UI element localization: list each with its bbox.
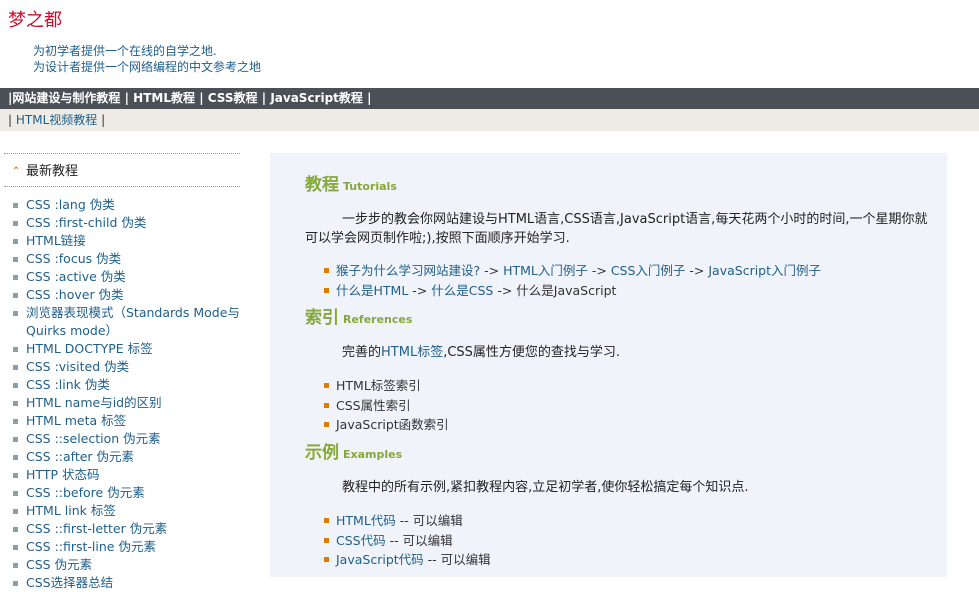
references-list: HTML标签索引 CSS属性索引 JavaScript函数索引: [324, 376, 449, 435]
sidebar-link[interactable]: HTML meta 标签: [4, 412, 240, 430]
what-is-javascript-text: 什么是JavaScript: [516, 282, 617, 298]
nav-separator: |: [8, 113, 13, 127]
site-title: 梦之都: [8, 10, 62, 31]
tutorials-path-list: 猴子为什么学习网站建设? -> HTML入门例子 -> CSS入门例子 -> J…: [324, 261, 821, 300]
sidebar-link[interactable]: CSS :link 伪类: [4, 376, 240, 394]
sidebar-heading-label: 最新教程: [26, 164, 79, 179]
arrow-text: ->: [587, 263, 611, 278]
list-item: JavaScript代码 -- 可以编辑: [324, 550, 491, 570]
link-js-intro-example[interactable]: JavaScript入门例子: [708, 263, 821, 278]
section-subtitle: Examples: [343, 448, 403, 461]
nav-separator: |: [367, 91, 372, 105]
examples-section-heading: 示例 Examples: [305, 438, 402, 463]
link-html-code[interactable]: HTML代码: [336, 513, 396, 528]
desc-text: ,CSS属性方便您的查找与学习.: [443, 345, 621, 360]
section-title: 示例: [305, 443, 339, 463]
nav-separator: |: [199, 91, 204, 105]
nav-link-web-building[interactable]: 网站建设与制作教程: [12, 91, 120, 105]
arrow-text: ->: [493, 282, 517, 298]
link-html-tag-index[interactable]: HTML标签索引: [324, 376, 449, 396]
main-nav-bar: | 网站建设与制作教程 | HTML教程 | CSS教程 | JavaScript…: [0, 88, 979, 109]
sidebar: ⌃ 最新教程 CSS :lang 伪类 CSS :first-child 伪类 H…: [4, 153, 240, 592]
link-why-learn[interactable]: 猴子为什么学习网站建设?: [336, 263, 480, 278]
sidebar-heading: ⌃ 最新教程: [4, 153, 240, 187]
sidebar-link[interactable]: CSS ::after 伪元素: [4, 448, 240, 466]
arrow-text: ->: [685, 263, 709, 278]
sidebar-link[interactable]: 浏览器表现模式（Standards Mode与Quirks mode）: [4, 304, 240, 340]
sidebar-link[interactable]: HTML name与id的区别: [4, 394, 240, 412]
section-subtitle: Tutorials: [343, 180, 397, 193]
sidebar-link[interactable]: CSS ::first-letter 伪元素: [4, 520, 240, 538]
sidebar-link[interactable]: CSS :hover 伪类: [4, 286, 240, 304]
examples-list: HTML代码 -- 可以编辑 CSS代码 -- 可以编辑 JavaScript代…: [324, 511, 491, 570]
link-what-is-html[interactable]: 什么是HTML: [336, 283, 408, 298]
list-item: 什么是HTML -> 什么是CSS -> 什么是JavaScript: [324, 281, 821, 301]
sidebar-link[interactable]: CSS ::first-line 伪元素: [4, 538, 240, 556]
editable-note: -- 可以编辑: [395, 513, 463, 528]
list-item: HTML代码 -- 可以编辑: [324, 511, 491, 531]
editable-note: -- 可以编辑: [385, 532, 453, 548]
editable-note: -- 可以编辑: [423, 552, 491, 567]
references-description: 完善的HTML标签,CSS属性方便您的查找与学习.: [305, 343, 935, 362]
sidebar-link[interactable]: HTTP 状态码: [4, 466, 240, 484]
link-what-is-css[interactable]: 什么是CSS: [431, 283, 493, 298]
sidebar-link[interactable]: HTML DOCTYPE 标签: [4, 340, 240, 358]
examples-description: 教程中的所有示例,紧扣教程内容,立足初学者,使你轻松搞定每个知识点.: [342, 480, 749, 495]
section-title: 索引: [305, 308, 339, 328]
section-title: 教程: [305, 175, 339, 195]
tutorials-section-heading: 教程 Tutorials: [305, 170, 397, 195]
tutorials-description: 一步步的教会你网站建设与HTML语言,CSS语言,JavaScript语言,每天…: [305, 212, 928, 246]
nav-separator: |: [101, 113, 106, 127]
references-section-heading: 索引 References: [305, 303, 412, 328]
sidebar-link[interactable]: CSS ::selection 伪元素: [4, 430, 240, 448]
sidebar-link[interactable]: CSS :lang 伪类: [4, 196, 240, 214]
sidebar-link[interactable]: HTML link 标签: [4, 502, 240, 520]
sidebar-link[interactable]: CSS ::before 伪元素: [4, 484, 240, 502]
double-chevron-up-icon: ⌃: [12, 166, 21, 177]
nav-separator: |: [261, 91, 267, 105]
link-css-intro-example[interactable]: CSS入门例子: [611, 263, 686, 278]
arrow-text: ->: [480, 263, 504, 278]
nav-link-css[interactable]: CSS教程: [208, 91, 258, 105]
nav-separator: |: [124, 91, 129, 105]
link-css-code[interactable]: CSS代码: [336, 533, 386, 548]
link-html-tags[interactable]: HTML标签: [381, 345, 443, 360]
sidebar-link[interactable]: CSS :active 伪类: [4, 268, 240, 286]
link-css-property-index[interactable]: CSS属性索引: [324, 396, 449, 416]
sidebar-link[interactable]: CSS :first-child 伪类: [4, 214, 240, 232]
desc-text: 完善的: [342, 345, 382, 360]
nav-link-javascript[interactable]: JavaScript教程: [270, 91, 363, 105]
link-js-code[interactable]: JavaScript代码: [336, 552, 424, 567]
list-item: 猴子为什么学习网站建设? -> HTML入门例子 -> CSS入门例子 -> J…: [324, 261, 821, 281]
sidebar-link[interactable]: HTML链接: [4, 232, 240, 250]
sidebar-link[interactable]: CSS 伪元素: [4, 556, 240, 574]
list-item: CSS代码 -- 可以编辑: [324, 531, 491, 551]
main-content-panel: 教程 Tutorials 一步步的教会你网站建设与HTML语言,CSS语言,Jav…: [270, 153, 947, 577]
link-html-intro-example[interactable]: HTML入门例子: [503, 263, 588, 278]
arrow-text: ->: [408, 282, 432, 298]
nav-link-html-video[interactable]: HTML视频教程: [16, 113, 97, 127]
section-subtitle: References: [343, 313, 413, 326]
sub-nav-bar: | HTML视频教程 |: [0, 109, 979, 131]
latest-tutorials-list: CSS :lang 伪类 CSS :first-child 伪类 HTML链接 …: [4, 196, 240, 592]
sidebar-link[interactable]: CSS :focus 伪类: [4, 250, 240, 268]
link-js-function-index[interactable]: JavaScript函数索引: [324, 415, 449, 435]
sidebar-link[interactable]: CSS :visited 伪类: [4, 358, 240, 376]
slogan-line-1: 为初学者提供一个在线的自学之地.: [33, 44, 217, 58]
slogan-line-2: 为设计者提供一个网络编程的中文参考之地: [33, 60, 262, 74]
nav-link-html[interactable]: HTML教程: [133, 91, 195, 105]
